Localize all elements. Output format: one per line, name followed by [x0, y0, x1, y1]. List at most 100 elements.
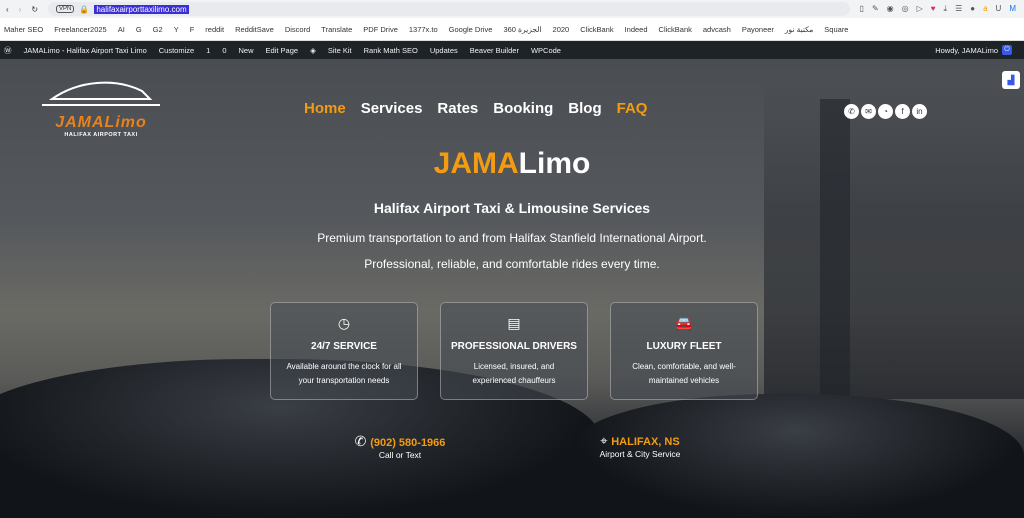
vpn-badge[interactable]: VPN — [56, 5, 75, 13]
contact-phone[interactable]: ✆ (902) 580-1966 Call or Text — [345, 433, 455, 460]
whatsapp-icon[interactable]: ◔ — [878, 104, 893, 119]
bookmark-item[interactable]: G2 — [153, 25, 163, 34]
heart-icon[interactable]: ♥ — [931, 4, 936, 14]
bookmark-item[interactable]: RedditSave — [235, 25, 274, 34]
wp-site-name[interactable]: JAMALimo - Halifax Airport Taxi Limo — [24, 46, 147, 55]
bookmark-item[interactable]: Google Drive — [449, 25, 493, 34]
diamond-icon[interactable]: ◈ — [310, 46, 316, 55]
u-icon[interactable]: U — [996, 4, 1002, 14]
nav-rates[interactable]: Rates — [437, 100, 478, 117]
nav-services[interactable]: Services — [361, 100, 423, 117]
back-icon[interactable]: ‹ — [6, 5, 9, 14]
bookmark-item[interactable]: Translate — [321, 25, 352, 34]
shield-icon[interactable]: ◎ — [902, 4, 909, 14]
camera-icon[interactable]: ◉ — [887, 4, 894, 14]
bookmark-item[interactable]: Y — [174, 25, 179, 34]
bookmark-item[interactable]: AI — [118, 25, 125, 34]
bookmark-item[interactable]: G — [136, 25, 142, 34]
extensions: ▯ ✎ ◉ ◎ ▷ ♥ ⤓ ☰ ● a U M — [860, 4, 1024, 14]
bookmark-item[interactable]: Discord — [285, 25, 310, 34]
clock-icon: ◷ — [337, 315, 351, 331]
nav-booking[interactable]: Booking — [493, 100, 553, 117]
phone-number[interactable]: (902) 580-1966 — [370, 437, 445, 449]
linkedin-icon[interactable]: in — [912, 104, 927, 119]
bookmark-item[interactable]: advcash — [703, 25, 731, 34]
menu-icon[interactable]: ☰ — [955, 4, 962, 14]
wp-howdy[interactable]: Howdy, JAMALimo — [935, 46, 998, 55]
wp-updates-count[interactable]: 1 — [206, 46, 210, 55]
card-desc: Licensed, insured, and — [473, 362, 555, 371]
avatar[interactable]: ● — [970, 4, 975, 14]
reload-icon[interactable]: ↻ — [31, 5, 38, 14]
analytics-widget-icon[interactable]: ▟ — [1002, 71, 1020, 89]
email-icon[interactable]: ✉ — [861, 104, 876, 119]
phone-icon[interactable]: ✆ — [844, 104, 859, 119]
bookmark-item[interactable]: F — [190, 25, 195, 34]
card-desc: your transportation needs — [298, 376, 390, 385]
car-icon: 🚘 — [675, 315, 693, 331]
bookmark-item[interactable]: Payoneer — [742, 25, 774, 34]
edit-icon[interactable]: ✎ — [872, 4, 879, 14]
contact-location: ⌖ HALIFAX, NS Airport & City Service — [590, 433, 690, 459]
hero-title: JAMALimo — [0, 147, 1024, 181]
wordpress-icon[interactable]: Ⓦ — [4, 45, 12, 56]
address-bar[interactable]: VPN 🔒 halifaxairporttaxilimo.com — [48, 2, 850, 16]
nav-home[interactable]: Home — [304, 100, 346, 117]
url-text[interactable]: halifaxairporttaxilimo.com — [94, 4, 189, 14]
bookmark-item[interactable]: الجزيرة 360 — [503, 25, 541, 34]
main-nav: Home Services Rates Booking Blog FAQ — [304, 100, 647, 117]
wp-customize[interactable]: Customize — [159, 46, 194, 55]
bookmark-item[interactable]: 2020 — [553, 25, 570, 34]
facebook-icon[interactable]: f — [895, 104, 910, 119]
download-icon[interactable]: ⤓ — [944, 4, 948, 14]
forward-icon[interactable]: › — [19, 5, 22, 14]
bookmark-item[interactable]: Square — [824, 25, 848, 34]
phone-label: Call or Text — [378, 450, 422, 460]
browser-toolbar: ‹ › ↻ VPN 🔒 halifaxairporttaxilimo.com ▯… — [0, 0, 1024, 18]
m-icon[interactable]: M — [1009, 4, 1016, 14]
card-desc: experienced chauffeurs — [472, 376, 556, 385]
bookmarks-bar: Maher SEO Freelancer2025 AI G G2 Y Freddit Redd… — [0, 18, 1024, 41]
wp-updates[interactable]: Updates — [430, 46, 458, 55]
nav-blog[interactable]: Blog — [568, 100, 601, 117]
card-desc: maintained vehicles — [648, 376, 720, 385]
bookmark-item[interactable]: Indeed — [625, 25, 648, 34]
wp-sitekit[interactable]: Site Kit — [328, 46, 352, 55]
feature-card: ▤ PROFESSIONAL DRIVERS Licensed, insured, … — [440, 302, 588, 400]
hero-line-2: Professional, reliable, and comfortable … — [364, 257, 660, 271]
nav-faq[interactable]: FAQ — [617, 100, 648, 117]
bookmark-item[interactable]: PDF Drive — [363, 25, 398, 34]
play-icon[interactable]: ▷ — [917, 4, 923, 14]
location-label: Airport & City Service — [599, 449, 681, 459]
bookmark-item[interactable]: 1377x.to — [409, 25, 438, 34]
title-rest: Limo — [518, 147, 591, 180]
hero-subtitle: Halifax Airport Taxi & Limousine Service… — [373, 200, 651, 216]
bookmark-item[interactable]: Freelancer2025 — [54, 25, 107, 34]
wp-rankmath[interactable]: Rank Math SEO — [364, 46, 418, 55]
id-card-icon: ▤ — [507, 315, 521, 331]
map-pin-icon: ⌖ — [600, 433, 612, 448]
feature-cards: ◷ 24/7 SERVICE Available around the clock … — [270, 302, 758, 400]
hero-section: JAMALimo HALIFAX AIRPORT TAXI Home Servi… — [0, 59, 1024, 518]
bookmark-item[interactable]: Maher SEO — [4, 25, 43, 34]
bookmark-item[interactable]: reddit — [205, 25, 224, 34]
logo-tagline: HALIFAX AIRPORT TAXI — [64, 132, 138, 138]
feature-card: ◷ 24/7 SERVICE Available around the clock … — [270, 302, 418, 400]
reader-icon[interactable]: ▯ — [860, 4, 864, 14]
card-title: LUXURY FLEET — [646, 341, 722, 352]
lock-icon: 🔒 — [79, 4, 90, 14]
site-logo[interactable]: JAMALimo HALIFAX AIRPORT TAXI — [42, 77, 160, 138]
bookmark-item[interactable]: ClickBank — [659, 25, 692, 34]
hero-line-1: Premium transportation to and from Halif… — [317, 231, 707, 245]
wp-comments-count[interactable]: 0 — [222, 46, 226, 55]
bookmark-item[interactable]: مكتبة نور — [785, 25, 813, 34]
wp-wpcode[interactable]: WPCode — [531, 46, 561, 55]
bookmark-item[interactable]: ClickBank — [580, 25, 613, 34]
wp-new[interactable]: New — [239, 46, 254, 55]
wp-edit-page[interactable]: Edit Page — [266, 46, 299, 55]
amazon-icon[interactable]: a — [983, 4, 987, 14]
power-icon[interactable]: ⏻ — [1002, 45, 1012, 55]
feature-card: 🚘 LUXURY FLEET Clean, comfortable, and wel… — [610, 302, 758, 400]
card-title: 24/7 SERVICE — [311, 341, 377, 352]
wp-beaver-builder[interactable]: Beaver Builder — [470, 46, 519, 55]
